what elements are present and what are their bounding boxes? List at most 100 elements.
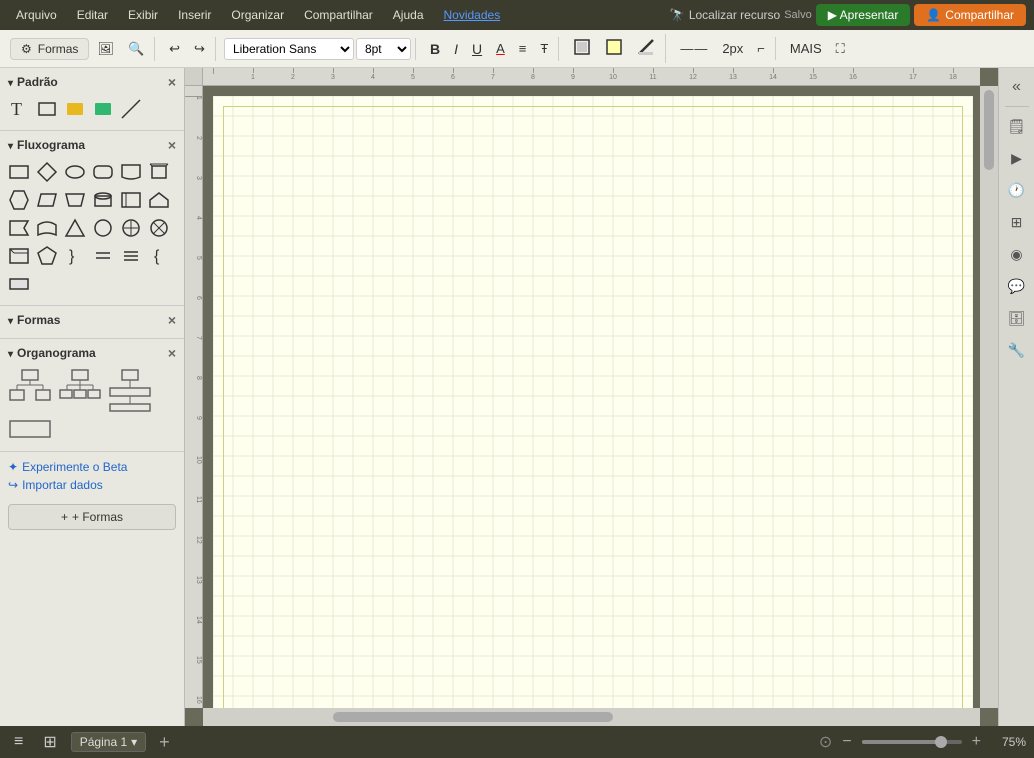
shape-fill-button[interactable] xyxy=(567,34,597,63)
menu-find[interactable]: 🔭 Localizar recurso xyxy=(670,8,780,22)
line-width-button[interactable]: 2px xyxy=(716,37,749,60)
org-shape-4[interactable] xyxy=(6,415,54,443)
padrao-close-button[interactable]: × xyxy=(168,74,176,90)
flow-rect6[interactable] xyxy=(6,271,32,297)
zoom-slider[interactable] xyxy=(862,740,962,744)
flow-rect5[interactable] xyxy=(6,243,32,269)
flow-rect[interactable] xyxy=(6,159,32,185)
menu-arquivo[interactable]: Arquivo xyxy=(8,5,65,25)
zoom-out-button[interactable]: − xyxy=(838,731,855,753)
scrollbar-thumb-h[interactable] xyxy=(333,712,613,722)
collapse-panel-button[interactable]: « xyxy=(1002,72,1032,102)
underline-button[interactable]: U xyxy=(466,37,488,61)
shape-line[interactable] xyxy=(118,96,144,122)
search-icon: 🔍 xyxy=(128,41,144,56)
scrollbar-thumb-v[interactable] xyxy=(984,90,994,170)
flow-rect4[interactable] xyxy=(34,215,60,241)
add-page-button[interactable]: + xyxy=(154,730,175,755)
flow-pent[interactable] xyxy=(34,243,60,269)
stroke-color-button[interactable] xyxy=(631,34,661,63)
shape-text[interactable]: T xyxy=(6,96,32,122)
flow-bent[interactable] xyxy=(146,187,172,213)
padrao-shapes-grid: T xyxy=(0,94,184,124)
flow-circ[interactable] xyxy=(90,215,116,241)
flow-tri[interactable] xyxy=(62,215,88,241)
menu-ajuda[interactable]: Ajuda xyxy=(385,5,432,25)
line-style-button[interactable]: —— xyxy=(674,37,714,60)
line-end-button[interactable]: ⌐ xyxy=(751,37,771,60)
shape-rect[interactable] xyxy=(34,96,60,122)
shapes-panel-toggle[interactable]: ⚙ Formas xyxy=(10,38,89,60)
redo-button[interactable]: ↪ xyxy=(188,37,211,61)
org-shape-1[interactable] xyxy=(6,367,54,413)
database-button[interactable]: 🗄 xyxy=(1002,303,1032,333)
canvas-scroll[interactable] xyxy=(203,86,980,708)
tools-button[interactable]: 🔧 xyxy=(1002,335,1032,365)
flow-diamond[interactable] xyxy=(34,159,60,185)
italic-button[interactable]: I xyxy=(448,37,464,61)
list-view-button[interactable]: ≡ xyxy=(8,730,29,754)
flow-doc[interactable] xyxy=(118,159,144,185)
flow-brace2[interactable]: { xyxy=(146,243,172,269)
layers-button[interactable]: ⊞ xyxy=(1002,207,1032,237)
insert-image-button[interactable]: 🖼 xyxy=(91,37,120,61)
menu-inserir[interactable]: Inserir xyxy=(170,5,219,25)
zoom-slider-fill xyxy=(862,740,937,744)
flow-para[interactable] xyxy=(34,187,60,213)
flow-rect2[interactable] xyxy=(146,159,172,185)
bold-button[interactable]: B xyxy=(424,37,446,61)
align-left-button[interactable]: ≡ xyxy=(513,37,533,60)
sticky-note-button[interactable]: 🗒 xyxy=(1002,111,1032,141)
share-button[interactable]: 👤 Compartilhar xyxy=(914,4,1026,26)
present-button[interactable]: ▶ Apresentar xyxy=(816,4,911,26)
flow-cross[interactable] xyxy=(146,215,172,241)
main-area: ▾Padrão × T xyxy=(0,68,1034,726)
menu-organizar[interactable]: Organizar xyxy=(223,5,292,25)
add-shapes-button[interactable]: + + Formas xyxy=(8,504,176,530)
page-indicator[interactable]: Página 1 ▾ xyxy=(71,732,146,752)
font-size-select[interactable]: 8pt 10pt 12pt xyxy=(356,38,411,60)
flow-brace[interactable]: } xyxy=(62,243,88,269)
organograma-close-button[interactable]: × xyxy=(168,345,176,361)
scrollbar-horizontal[interactable] xyxy=(203,708,980,726)
fill-color-button[interactable] xyxy=(599,34,629,63)
scrollbar-vertical[interactable] xyxy=(980,86,998,708)
org-shape-3[interactable] xyxy=(106,367,154,413)
flow-plus[interactable] xyxy=(118,215,144,241)
align-text-button[interactable]: Ŧ xyxy=(534,37,554,60)
more-button[interactable]: MAIS xyxy=(784,37,828,60)
flow-eq[interactable] xyxy=(90,243,116,269)
flow-rounded-rect[interactable] xyxy=(90,159,116,185)
clock-button[interactable]: 🕐 xyxy=(1002,175,1032,205)
zoom-slider-thumb[interactable] xyxy=(935,736,947,748)
font-color-button[interactable]: A xyxy=(490,37,511,60)
shape-green-rect[interactable] xyxy=(90,96,116,122)
fullscreen-button[interactable]: ⛶ xyxy=(830,37,851,61)
menu-novidades[interactable]: Novidades xyxy=(436,5,509,25)
undo-button[interactable]: ↩ xyxy=(163,37,186,61)
canvas[interactable] xyxy=(213,96,973,708)
flow-hex[interactable] xyxy=(6,187,32,213)
flow-eq2[interactable] xyxy=(118,243,144,269)
flow-cyl[interactable] xyxy=(90,187,116,213)
fill-button[interactable]: ◉ xyxy=(1002,239,1032,269)
flow-ellipse[interactable] xyxy=(62,159,88,185)
formas-close-button[interactable]: × xyxy=(168,312,176,328)
flow-trap[interactable] xyxy=(62,187,88,213)
fluxograma-close-button[interactable]: × xyxy=(168,137,176,153)
search-button[interactable]: 🔍 xyxy=(122,37,150,61)
font-name-select[interactable]: Liberation Sans xyxy=(224,38,354,60)
shape-yellow-rect[interactable] xyxy=(62,96,88,122)
menu-compartilhar[interactable]: Compartilhar xyxy=(296,5,381,25)
menu-editar[interactable]: Editar xyxy=(69,5,116,25)
video-button[interactable]: ▶ xyxy=(1002,143,1032,173)
grid-view-button[interactable]: ⊞ xyxy=(37,729,62,755)
flow-rect3[interactable] xyxy=(118,187,144,213)
zoom-in-button[interactable]: + xyxy=(968,731,985,753)
try-beta-link[interactable]: ✦ Experimente o Beta xyxy=(8,460,176,474)
menu-exibir[interactable]: Exibir xyxy=(120,5,166,25)
flow-flag[interactable] xyxy=(6,215,32,241)
org-shape-2[interactable] xyxy=(56,367,104,413)
comment-button[interactable]: 💬 xyxy=(1002,271,1032,301)
import-data-link[interactable]: ↪ Importar dados xyxy=(8,478,176,492)
